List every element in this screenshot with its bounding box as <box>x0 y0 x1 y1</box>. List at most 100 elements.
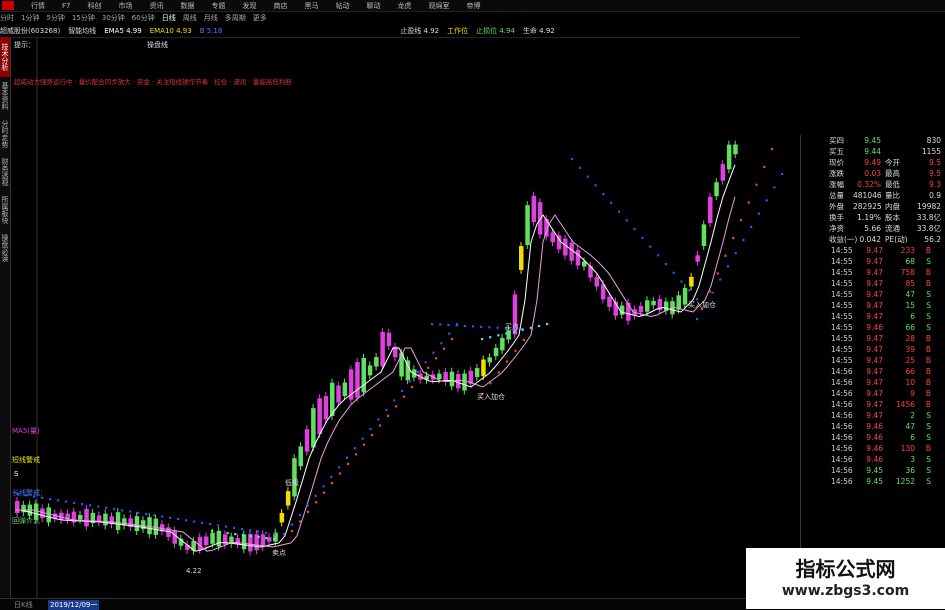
tick-volume: 47 <box>905 290 915 299</box>
side-tab[interactable]: 基本资料 <box>0 77 10 115</box>
indicator-info-bar: 超威股份(603268) 智能均线 EMA5 4.99 EMA10 4.93 B… <box>0 25 800 38</box>
menu-item[interactable]: 发现 <box>242 1 256 11</box>
candle-body <box>733 144 738 155</box>
stop-dot-red <box>299 520 302 523</box>
support-dot-blue <box>719 278 722 281</box>
side-tab[interactable]: 操盘必读 <box>0 229 10 267</box>
side-tab-active[interactable]: 技术分析 <box>0 37 10 77</box>
stop-dot-red <box>435 357 438 360</box>
low-price-label: 4.22 <box>186 567 202 575</box>
candle-body <box>519 246 524 270</box>
support-dot-blue <box>431 323 434 326</box>
support-dot-blue <box>97 505 100 508</box>
support-dot-blue <box>233 526 236 529</box>
period-tab[interactable]: 60分钟 <box>132 13 155 23</box>
life-value: 生命 4.92 <box>522 27 555 35</box>
menu-item[interactable]: 数据 <box>180 1 194 11</box>
period-tab[interactable]: 月线 <box>204 13 218 23</box>
support-dot-blue <box>209 523 212 526</box>
tick-side: S <box>926 323 931 332</box>
period-tab[interactable]: 1分钟 <box>21 13 39 23</box>
menu-item[interactable]: 帝博 <box>466 1 480 11</box>
support-dot-blue <box>330 475 333 478</box>
support-dot-blue <box>455 324 458 327</box>
label-rebound: 回弹介入 <box>12 517 40 525</box>
candle-body <box>285 491 291 506</box>
menu-item[interactable]: 行情 <box>31 1 45 11</box>
kline-chart[interactable] <box>11 38 791 598</box>
support-dot-blue <box>369 428 372 431</box>
menu-item[interactable]: 科创 <box>87 1 101 11</box>
candle-body <box>575 249 581 266</box>
tick-time: 14:56 <box>831 400 853 409</box>
candle-body <box>474 368 480 378</box>
tick-volume: 3 <box>910 455 915 464</box>
tick-side: S <box>926 312 931 321</box>
period-tab[interactable]: 15分钟 <box>72 13 95 23</box>
tick-side: S <box>926 455 931 464</box>
side-tab[interactable]: 分时走势 <box>0 115 10 153</box>
tick-side: B <box>925 279 931 288</box>
support-dot-blue <box>322 485 325 488</box>
support-dot-blue <box>432 351 435 354</box>
menu-item[interactable]: 黑马 <box>304 1 318 11</box>
period-tab[interactable]: 5分钟 <box>46 13 64 23</box>
quote-row: 涨幅 0.32% 最低 9.3 <box>801 179 945 190</box>
period-tab[interactable]: 多周期 <box>225 13 246 23</box>
quote-row: 净资 5.66 流通 33.8亿 <box>801 223 945 234</box>
tick-price: 9.47 <box>866 345 883 354</box>
support-dot-blue <box>81 503 84 506</box>
stop-dot-red <box>307 510 310 513</box>
support-dot-blue <box>353 447 356 450</box>
period-tab[interactable]: 分时 <box>0 13 14 23</box>
quote-value: 9.5 <box>929 158 941 167</box>
menu-item[interactable]: F7 <box>62 2 70 10</box>
candle-body <box>720 164 726 181</box>
stop-dot-red <box>403 395 406 398</box>
stop-dot-red <box>451 338 454 341</box>
period-tab[interactable]: 周线 <box>183 13 197 23</box>
tick-time: 14:55 <box>831 323 853 332</box>
quote-row: 收益(一) 0.042 PE(动) 56.2 <box>801 234 945 245</box>
tick-volume: 6 <box>910 312 915 321</box>
tick-volume: 68 <box>905 257 915 266</box>
side-tab[interactable]: 财务透视 <box>0 153 10 191</box>
tick-price: 9.47 <box>866 334 883 343</box>
stop-dot-red <box>291 530 294 533</box>
menu-item[interactable]: 帖动 <box>335 1 349 11</box>
candle-body <box>46 507 51 523</box>
period-tab[interactable]: 30分钟 <box>102 13 125 23</box>
support-dot-blue <box>65 500 68 503</box>
support-dot-cyan <box>505 332 508 335</box>
app-logo-icon <box>2 1 14 10</box>
period-tab-daily[interactable]: 日线 <box>162 13 176 23</box>
period-tab[interactable]: 更多 <box>253 13 267 23</box>
menu-item[interactable]: 专题 <box>211 1 225 11</box>
support-dot-blue <box>416 370 419 373</box>
menu-item[interactable]: 资讯 <box>149 1 163 11</box>
indicator-name[interactable]: 智能均线 <box>68 26 96 36</box>
candle-body <box>695 255 700 262</box>
support-dot-cyan <box>218 531 221 534</box>
stop-dot-red <box>331 482 334 485</box>
menu-item[interactable]: 市场 <box>118 1 132 11</box>
support-dot-cyan <box>529 326 532 329</box>
candle-body <box>651 300 656 306</box>
side-tab[interactable]: 所属板块 <box>0 191 10 229</box>
candle-body <box>456 374 461 389</box>
tick-list[interactable]: 14:55 9.47 233 B 14:55 9.47 68 S 14:55 9.47 758 B 14… <box>801 245 945 487</box>
tick-price: 9.47 <box>866 257 883 266</box>
menu-item[interactable]: 商店 <box>273 1 287 11</box>
support-dot-blue <box>265 531 268 534</box>
kline-svg[interactable] <box>11 38 791 598</box>
menu-item[interactable]: 聊动 <box>366 1 380 11</box>
menu-item[interactable]: 观绵室 <box>428 1 449 11</box>
tick-volume: 36 <box>905 466 915 475</box>
quote-label: 最高 <box>885 169 900 178</box>
candle-body <box>386 332 392 347</box>
tick-row: 14:55 9.47 47 S <box>801 289 945 300</box>
candle-body <box>689 276 694 287</box>
chart-commentary: 超威动力强势运行中 · 量价配合同步放大 · 资金 · 关注短线操作节奏 · 控… <box>14 78 292 86</box>
menu-item[interactable]: 龙虎 <box>397 1 411 11</box>
support-dot-blue <box>345 456 349 459</box>
